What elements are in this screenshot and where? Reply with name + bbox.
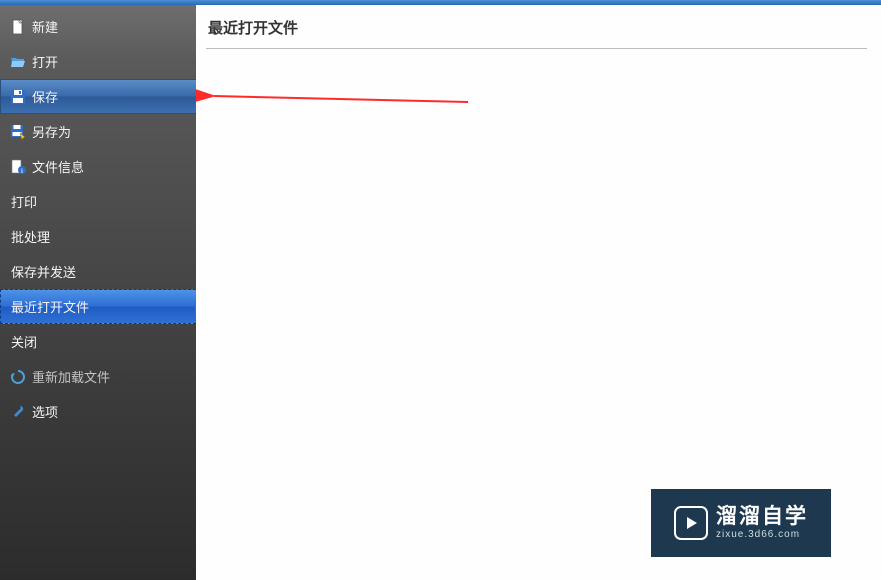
menu-item-fileinfo[interactable]: i 文件信息 — [0, 149, 196, 184]
watermark-text-1: 溜溜自学 — [716, 505, 808, 529]
app-container: 新建打开保存另存为i文件信息打印批处理保存并发送最近打开文件关闭重新加载文件选项… — [0, 5, 881, 580]
menu-item-label: 关闭 — [11, 332, 37, 351]
content-divider — [206, 48, 867, 49]
menu-item-label: 新建 — [32, 17, 58, 36]
play-icon — [674, 506, 708, 540]
reload-icon — [10, 369, 26, 385]
menu-item-label: 打印 — [11, 192, 37, 211]
file-new-icon — [10, 19, 26, 35]
content-title: 最近打开文件 — [206, 17, 881, 38]
menu-item-new[interactable]: 新建 — [0, 9, 196, 44]
content-panel: 最近打开文件 溜溜自学 zixue.3d66.com — [196, 5, 881, 580]
watermark-badge: 溜溜自学 zixue.3d66.com — [651, 489, 831, 557]
menu-item-close[interactable]: 关闭 — [0, 324, 196, 359]
menu-item-label: 保存 — [32, 87, 58, 106]
menu-item-recent[interactable]: 最近打开文件 — [0, 289, 196, 324]
file-menu-sidebar: 新建打开保存另存为 i 文件信息打印批处理保存并发送最近打开文件关闭重新加载文件选项 — [0, 5, 196, 580]
watermark-text-2: zixue.3d66.com — [716, 529, 808, 541]
menu-item-batch[interactable]: 批处理 — [0, 219, 196, 254]
wrench-icon — [10, 404, 26, 420]
menu-item-options[interactable]: 选项 — [0, 394, 196, 429]
menu-item-save[interactable]: 保存 — [0, 79, 196, 114]
menu-item-label: 文件信息 — [32, 157, 84, 176]
menu-item-label: 另存为 — [32, 122, 71, 141]
save-icon — [10, 89, 26, 105]
info-icon: i — [10, 159, 26, 175]
menu-item-savesend[interactable]: 保存并发送 — [0, 254, 196, 289]
menu-item-label: 选项 — [32, 402, 58, 421]
menu-item-reload[interactable]: 重新加载文件 — [0, 359, 196, 394]
menu-item-label: 重新加载文件 — [32, 367, 110, 386]
menu-item-saveas[interactable]: 另存为 — [0, 114, 196, 149]
save-as-icon — [10, 124, 26, 140]
menu-item-label: 保存并发送 — [11, 262, 76, 281]
menu-item-label: 最近打开文件 — [11, 297, 89, 316]
menu-item-print[interactable]: 打印 — [0, 184, 196, 219]
annotation-arrow — [196, 80, 476, 120]
menu-item-label: 打开 — [32, 52, 58, 71]
menu-item-label: 批处理 — [11, 227, 50, 246]
folder-open-icon — [10, 54, 26, 70]
menu-item-open[interactable]: 打开 — [0, 44, 196, 79]
